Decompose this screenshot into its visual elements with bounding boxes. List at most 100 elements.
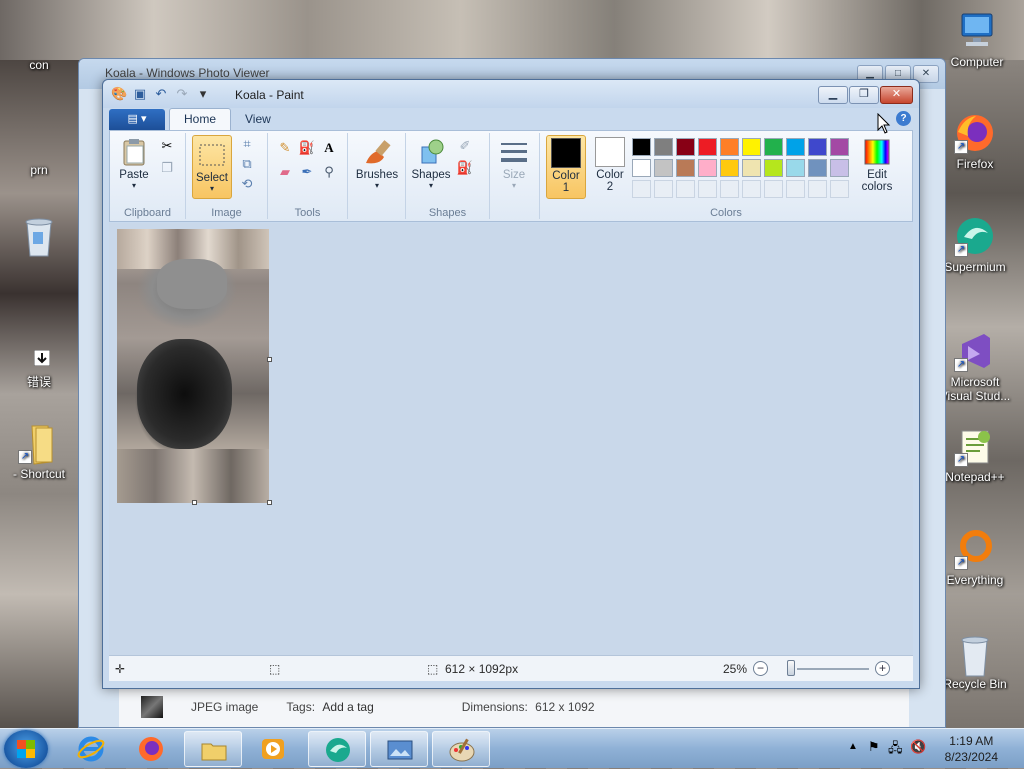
palette-swatch[interactable] xyxy=(830,159,849,177)
cut-icon[interactable]: ✂ xyxy=(158,137,176,155)
edit-colors-button[interactable]: Edit colors xyxy=(856,135,898,193)
resize-handle-right[interactable] xyxy=(267,357,272,362)
magnifier-icon[interactable]: ⚲ xyxy=(320,163,338,181)
custom-color-slot[interactable] xyxy=(632,180,651,198)
eraser-icon[interactable]: ▰ xyxy=(276,163,294,181)
action-center-flag-icon[interactable]: ⚑ xyxy=(868,739,880,755)
palette-swatch[interactable] xyxy=(808,138,827,156)
redo-icon[interactable]: ↷ xyxy=(174,86,190,102)
custom-color-slot[interactable] xyxy=(654,180,673,198)
custom-color-slot[interactable] xyxy=(764,180,783,198)
fill-icon[interactable]: ⛽ xyxy=(298,139,316,157)
palette-swatch[interactable] xyxy=(720,138,739,156)
palette-swatch[interactable] xyxy=(786,159,805,177)
restore-button[interactable]: ❐ xyxy=(849,86,879,104)
desktop-icon-everything[interactable]: ↗ Everything xyxy=(936,528,1014,587)
taskbar-photo-viewer[interactable] xyxy=(370,731,428,767)
palette-swatch[interactable] xyxy=(764,138,783,156)
custom-color-slot[interactable] xyxy=(698,180,717,198)
palette-swatch[interactable] xyxy=(632,138,651,156)
undo-icon[interactable]: ↶ xyxy=(153,86,169,102)
desktop-wallpaper-left xyxy=(0,60,82,728)
desktop-icon-prn[interactable]: prn xyxy=(0,163,78,177)
taskbar-media-player[interactable] xyxy=(244,731,302,767)
paste-button[interactable]: Paste ▾ xyxy=(116,137,152,190)
select-button[interactable]: Select ▾ xyxy=(192,135,232,199)
minimize-button[interactable]: ▁ xyxy=(818,86,848,104)
zoom-out-button[interactable]: − xyxy=(753,661,768,676)
palette-swatch[interactable] xyxy=(654,138,673,156)
palette-swatch[interactable] xyxy=(830,138,849,156)
palette-swatch[interactable] xyxy=(654,159,673,177)
palette-swatch[interactable] xyxy=(720,159,739,177)
taskbar-explorer[interactable] xyxy=(184,731,242,767)
custom-color-slot[interactable] xyxy=(676,180,695,198)
custom-color-slot[interactable] xyxy=(742,180,761,198)
desktop-icon-shortcut[interactable]: ↗ - Shortcut xyxy=(0,422,78,481)
custom-color-slot[interactable] xyxy=(786,180,805,198)
palette-swatch[interactable] xyxy=(698,159,717,177)
taskbar-firefox[interactable] xyxy=(122,731,180,767)
customize-qat-icon[interactable]: ▾ xyxy=(195,86,211,102)
paint-window[interactable]: 🎨 ▣ ↶ ↷ ▾ Koala - Paint ▁ ❐ ✕ ▤ ▾ Home V… xyxy=(102,79,920,689)
palette-swatch[interactable] xyxy=(786,138,805,156)
taskbar-ie[interactable] xyxy=(62,731,120,767)
close-button[interactable]: ✕ xyxy=(880,86,913,104)
volume-muted-icon[interactable]: 🔇 xyxy=(910,739,926,755)
rotate-icon[interactable]: ⟲ xyxy=(238,175,256,193)
copy-icon[interactable]: ❐ xyxy=(158,159,176,177)
text-icon[interactable]: A xyxy=(320,139,338,157)
color2-button[interactable]: Color 2 xyxy=(590,135,630,199)
zoom-slider[interactable] xyxy=(787,660,795,676)
palette-swatch[interactable] xyxy=(698,138,717,156)
resize-handle-corner[interactable] xyxy=(267,500,272,505)
koala-image[interactable] xyxy=(117,229,269,503)
size-button[interactable]: Size ▾ xyxy=(494,137,534,190)
resize-icon[interactable]: ⧉ xyxy=(238,155,256,173)
desktop-icon-visual-studio[interactable]: ↗ Microsoft Visual Stud... xyxy=(936,330,1014,403)
palette-swatch[interactable] xyxy=(676,138,695,156)
outline-icon[interactable]: ✐ xyxy=(456,137,474,155)
desktop-icon-recycle-small[interactable] xyxy=(0,212,78,257)
custom-color-slot[interactable] xyxy=(720,180,739,198)
start-button[interactable] xyxy=(4,730,48,768)
palette-swatch[interactable] xyxy=(742,138,761,156)
clock[interactable]: 1:19 AM 8/23/2024 xyxy=(945,733,998,765)
crop-icon[interactable]: ⌗ xyxy=(238,135,256,153)
tab-view[interactable]: View xyxy=(231,109,285,130)
desktop-icon-supermium[interactable]: ↗ Supermium xyxy=(936,215,1014,274)
canvas-area[interactable] xyxy=(109,223,913,655)
custom-color-slot[interactable] xyxy=(830,180,849,198)
desktop-icon-firefox[interactable]: ↗ Firefox xyxy=(936,112,1014,171)
save-icon[interactable]: ▣ xyxy=(132,86,148,102)
custom-color-slot[interactable] xyxy=(808,180,827,198)
shapes-button[interactable]: Shapes ▾ xyxy=(410,137,452,190)
palette-swatch[interactable] xyxy=(676,159,695,177)
paint-menu-button[interactable]: ▤ ▾ xyxy=(109,109,165,130)
tab-home[interactable]: Home xyxy=(169,108,232,130)
firefox-icon: ↗ xyxy=(954,112,996,154)
palette-swatch[interactable] xyxy=(764,159,783,177)
color1-button[interactable]: Color 1 xyxy=(546,135,586,199)
palette-swatch[interactable] xyxy=(742,159,761,177)
desktop-icon-notepadpp[interactable]: ↗ Notepad++ xyxy=(936,425,1014,484)
palette-swatch[interactable] xyxy=(632,159,651,177)
desktop-icon-error[interactable]: 错误 xyxy=(0,350,78,390)
brushes-button[interactable]: Brushes ▾ xyxy=(354,137,400,190)
network-icon[interactable]: 🖧 xyxy=(888,739,903,761)
zoom-in-button[interactable]: + xyxy=(875,661,890,676)
desktop-icon-recycle-bin[interactable]: Recycle Bin xyxy=(936,632,1014,691)
palette-swatch[interactable] xyxy=(808,159,827,177)
show-hidden-icons-icon[interactable]: ▲ xyxy=(848,741,858,752)
paint-titlebar[interactable]: 🎨 ▣ ↶ ↷ ▾ Koala - Paint ▁ ❐ ✕ xyxy=(103,80,919,108)
taskbar-paint[interactable] xyxy=(432,731,490,767)
shape-fill-icon[interactable]: ⛽ xyxy=(456,159,474,177)
color-picker-icon[interactable]: ✒ xyxy=(298,163,316,181)
help-icon[interactable]: ? xyxy=(896,111,911,126)
taskbar-supermium[interactable] xyxy=(308,731,366,767)
pencil-icon[interactable]: ✎ xyxy=(276,139,294,157)
desktop-icon-con[interactable]: con xyxy=(0,58,78,72)
add-tag-link[interactable]: Add a tag xyxy=(322,700,373,714)
desktop-icon-computer[interactable]: Computer xyxy=(938,10,1016,69)
resize-handle-bottom[interactable] xyxy=(192,500,197,505)
